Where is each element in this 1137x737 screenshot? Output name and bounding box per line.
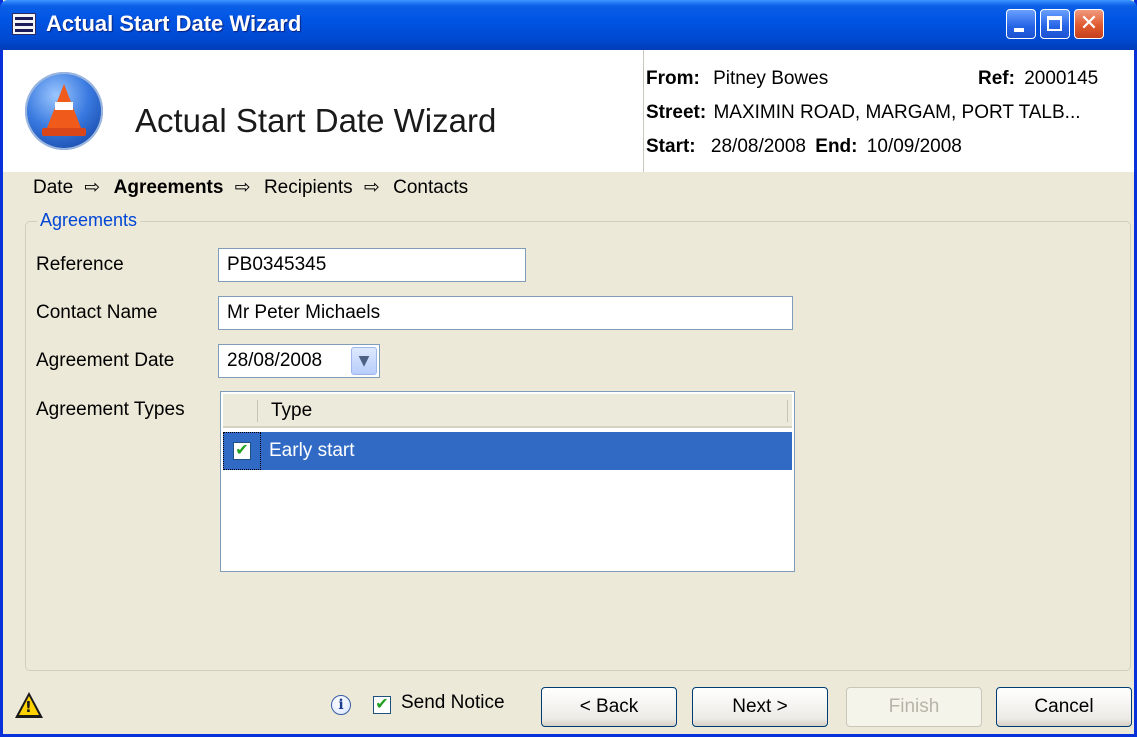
type-cell: Early start	[269, 440, 355, 461]
checkmark-icon: ✔	[235, 440, 249, 459]
date-dropdown-button[interactable]: ▼	[351, 347, 377, 375]
agreement-date-value: 28/08/2008	[227, 350, 323, 371]
from-label: From:	[646, 68, 700, 89]
type-column-header[interactable]: Type	[271, 400, 312, 422]
step-date: Date	[33, 177, 74, 198]
arrow-right-icon: ⇨	[363, 176, 380, 198]
agreement-types-grid[interactable]: Type ✔ Early start	[220, 391, 795, 572]
next-button[interactable]: Next >	[692, 687, 828, 727]
warning-mark: !	[25, 698, 32, 716]
agreements-group-title: Agreements	[37, 210, 141, 231]
ref-label: Ref:	[978, 68, 1015, 89]
street-label: Street:	[646, 102, 707, 123]
send-notice-label[interactable]: Send Notice	[401, 692, 505, 714]
arrow-right-icon: ⇨	[84, 176, 101, 198]
finish-button[interactable]: Finish	[846, 687, 982, 727]
close-button[interactable]: ✕	[1074, 9, 1104, 39]
agreement-types-label: Agreement Types	[36, 399, 185, 420]
cancel-button[interactable]: Cancel	[996, 687, 1132, 727]
ref-value: 2000145	[1024, 68, 1099, 89]
chevron-down-icon: ▼	[358, 353, 370, 369]
start-label: Start:	[646, 136, 696, 157]
window-title: Actual Start Date Wizard	[46, 11, 302, 36]
wizard-header: Actual Start Date Wizard From: Pitney Bo…	[3, 50, 1134, 172]
reference-info: Ref: 2000145	[978, 68, 1098, 90]
wizard-window: Actual Start Date Wizard ✕ Actual Start …	[0, 0, 1137, 737]
send-notice-checkbox[interactable]: ✔	[373, 694, 391, 714]
agreement-date-picker[interactable]: 28/08/2008 ▼	[218, 344, 380, 378]
maximize-button[interactable]	[1040, 9, 1070, 39]
traffic-cone-icon	[25, 72, 103, 150]
maximize-icon	[1047, 16, 1062, 31]
end-value: 10/09/2008	[866, 136, 962, 157]
header-divider	[643, 50, 644, 172]
wizard-heading: Actual Start Date Wizard	[135, 102, 497, 139]
early-start-checkbox[interactable]: ✔	[233, 440, 251, 460]
wizard-footer: ! i ✔ Send Notice < Back Next > Finish C…	[3, 680, 1134, 734]
agreement-date-label: Agreement Date	[36, 350, 175, 371]
wizard-steps-breadcrumb: Date ⇨ Agreements ⇨ Recipients ⇨ Contact…	[33, 176, 474, 199]
contact-name-field[interactable]: Mr Peter Michaels	[218, 296, 793, 330]
street-value: MAXIMIN ROAD, MARGAM, PORT TALB...	[713, 102, 1081, 123]
step-recipients: Recipients	[263, 177, 353, 198]
info-icon[interactable]: i	[331, 695, 351, 715]
contact-name-label: Contact Name	[36, 302, 158, 323]
back-button[interactable]: < Back	[541, 687, 677, 727]
end-label: End:	[815, 136, 858, 157]
from-value: Pitney Bowes	[713, 68, 829, 89]
reference-label: Reference	[36, 254, 124, 275]
close-icon: ✕	[1079, 11, 1099, 36]
reference-field[interactable]: PB0345345	[218, 248, 526, 282]
step-contacts: Contacts	[393, 177, 469, 198]
title-bar[interactable]: Actual Start Date Wizard ✕	[0, 0, 1137, 50]
row-checkbox-cell[interactable]: ✔	[223, 432, 261, 470]
minimize-button[interactable]	[1006, 9, 1036, 39]
checkmark-icon: ✔	[375, 694, 389, 713]
grid-header: Type	[223, 394, 792, 428]
minimize-icon	[1014, 28, 1024, 32]
table-row[interactable]: ✔ Early start	[223, 432, 792, 470]
arrow-right-icon: ⇨	[234, 176, 251, 198]
app-icon	[12, 13, 36, 35]
step-agreements: Agreements	[113, 177, 224, 198]
start-value: 28/08/2008	[710, 136, 806, 157]
